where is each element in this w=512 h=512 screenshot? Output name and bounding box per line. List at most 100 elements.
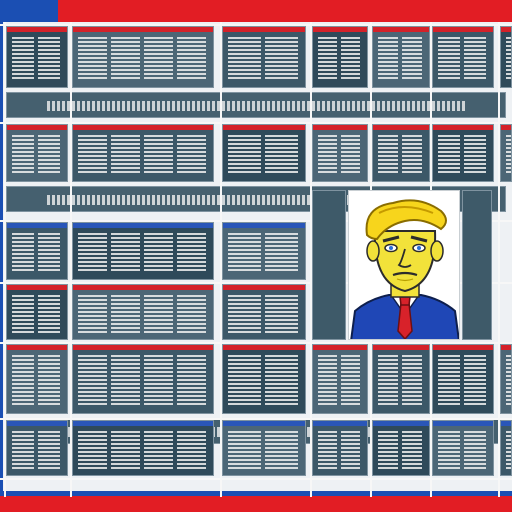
grid-tile (72, 222, 214, 280)
text-block (438, 431, 460, 469)
text-block (341, 431, 360, 469)
text-block (177, 233, 206, 273)
grid-tile (432, 344, 494, 414)
grid-tile (222, 124, 306, 182)
grid-line (0, 122, 512, 124)
text-block (506, 135, 511, 175)
text-block (464, 37, 486, 81)
text-block (38, 355, 60, 407)
grid-tile (6, 26, 68, 88)
grid-tile (6, 420, 68, 476)
text-block (144, 431, 173, 469)
text-block (12, 233, 34, 273)
text-block (111, 355, 140, 407)
grid-tile (372, 26, 430, 88)
text-block (402, 135, 422, 175)
text-block (228, 355, 261, 407)
text-block (402, 37, 422, 81)
text-block (438, 37, 460, 81)
text-block (111, 431, 140, 469)
grid-tile (222, 284, 306, 340)
grid-tile (72, 26, 214, 88)
text-block (318, 431, 337, 469)
grid-tile (222, 26, 306, 88)
grid-line (220, 22, 222, 497)
text-block (265, 431, 298, 469)
text-block (78, 431, 107, 469)
text-block (177, 135, 206, 175)
text-block (38, 135, 60, 175)
grid-tile (500, 420, 512, 476)
grid-tile (500, 124, 512, 182)
text-block (464, 431, 486, 469)
grid-tile (72, 344, 214, 414)
text-block (111, 135, 140, 175)
text-block (78, 233, 107, 273)
text-block (506, 431, 511, 469)
text-block (12, 37, 34, 81)
text-block (228, 37, 261, 81)
side-panel-right (462, 190, 492, 340)
text-block (177, 37, 206, 81)
grid-line (0, 418, 512, 420)
text-block (464, 135, 486, 175)
text-block (78, 135, 107, 175)
text-block (318, 37, 337, 81)
text-block (12, 135, 34, 175)
text-block (144, 37, 173, 81)
text-block (265, 295, 298, 333)
text-block (78, 355, 107, 407)
text-block (438, 135, 460, 175)
grid-tile (72, 124, 214, 182)
text-block (144, 295, 173, 333)
grid-tile (312, 124, 368, 182)
grid-tile (372, 344, 430, 414)
text-block (38, 37, 60, 81)
text-block (265, 135, 298, 175)
text-block (144, 135, 173, 175)
text-block (464, 355, 486, 407)
poster-grid (0, 0, 512, 512)
text-block (318, 135, 337, 175)
grid-tile (312, 420, 368, 476)
text-block (78, 37, 107, 81)
grid-tile (500, 26, 512, 88)
bottom-red-band (0, 496, 512, 512)
text-block (228, 295, 261, 333)
grid-tile (432, 420, 494, 476)
text-block (265, 37, 298, 81)
grid-line (0, 342, 512, 344)
text-block (228, 233, 261, 273)
text-block (177, 431, 206, 469)
text-block (111, 37, 140, 81)
text-block (177, 355, 206, 407)
text-block (378, 135, 398, 175)
text-block (402, 355, 422, 407)
grid-tile (432, 124, 494, 182)
text-block (144, 233, 173, 273)
text-band (46, 101, 466, 111)
text-block (111, 295, 140, 333)
text-block (506, 37, 511, 81)
portrait-tile (348, 190, 460, 340)
text-block (265, 233, 298, 273)
grid-tile (372, 124, 430, 182)
text-block (378, 37, 398, 81)
side-panel-left (312, 190, 346, 340)
text-block (12, 355, 34, 407)
grid-tile (6, 222, 68, 280)
grid-tile (500, 344, 512, 414)
text-block (144, 355, 173, 407)
text-block (111, 233, 140, 273)
text-block (341, 37, 360, 81)
text-block (341, 355, 360, 407)
text-block (228, 135, 261, 175)
text-block (378, 355, 398, 407)
text-block (265, 355, 298, 407)
grid-line (0, 478, 512, 480)
grid-tile (6, 284, 68, 340)
text-block (318, 355, 337, 407)
text-block (177, 295, 206, 333)
text-block (402, 431, 422, 469)
grid-tile (222, 222, 306, 280)
